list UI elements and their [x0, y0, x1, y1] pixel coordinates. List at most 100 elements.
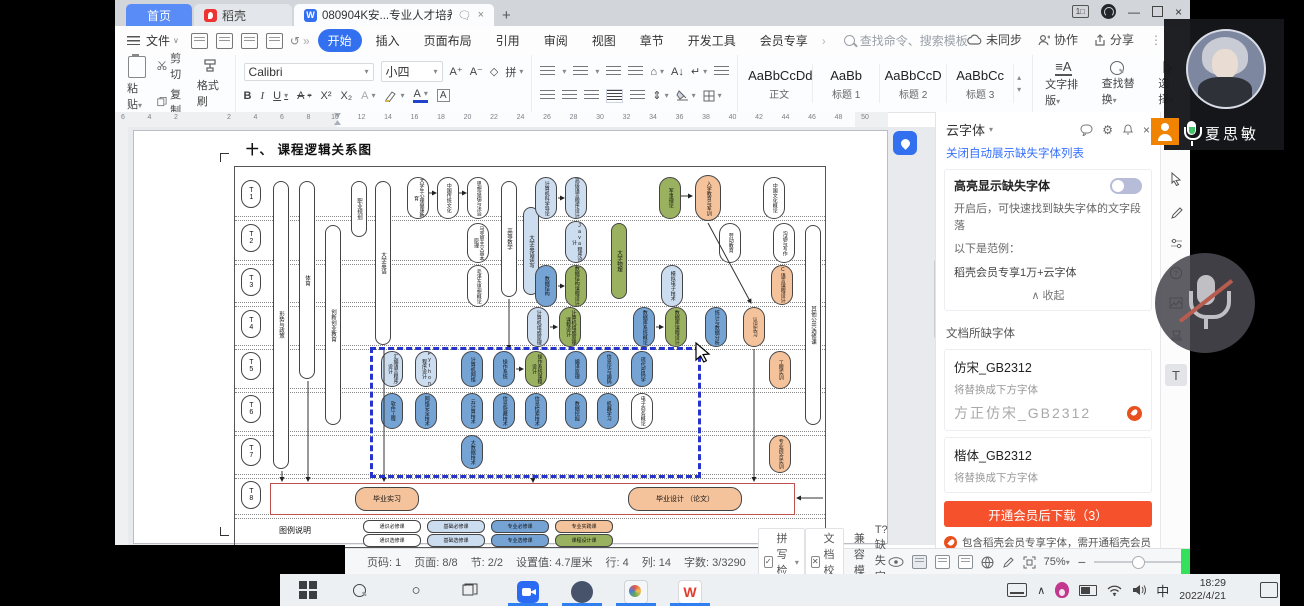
decrease-font-button[interactable]: A⁻: [470, 65, 483, 78]
save-icon[interactable]: [191, 33, 208, 49]
share-button[interactable]: 分享: [1094, 31, 1134, 48]
adjust-tool-icon[interactable]: [1167, 234, 1185, 252]
status-item[interactable]: 列: 14: [642, 554, 671, 570]
font-size-select[interactable]: 小四▾: [381, 61, 443, 82]
find-replace-button[interactable]: 查找替换▾: [1098, 61, 1143, 107]
tab-document[interactable]: W 080904K安...专业人才培养方案 🗨 ×: [294, 4, 494, 26]
pinyin-guide-icon[interactable]: 拼▾: [505, 64, 523, 80]
undo-icon[interactable]: ↺: [290, 34, 300, 48]
menu-item-插入[interactable]: 插入: [366, 29, 410, 52]
line-spacing-icon[interactable]: ⇕▾: [652, 89, 668, 102]
start-button[interactable]: [298, 580, 318, 600]
close-button[interactable]: ×: [1175, 5, 1182, 19]
export-icon[interactable]: [216, 33, 233, 49]
zoom-knob[interactable]: [1132, 556, 1145, 569]
collapse-link[interactable]: ∧ 收起: [954, 287, 1142, 303]
fit-page-icon[interactable]: [1023, 556, 1036, 569]
taskbar-app-wps[interactable]: W: [668, 577, 712, 606]
web-view-icon[interactable]: [981, 556, 994, 569]
text-layout-button[interactable]: ≡A 文字排版▾: [1041, 59, 1086, 108]
bold-button[interactable]: B: [244, 90, 252, 102]
tab-docer[interactable]: 稻壳: [194, 4, 292, 26]
taskbar-app-dark[interactable]: [560, 577, 604, 606]
command-search[interactable]: 查找命令、搜索模板: [844, 32, 968, 49]
document-page[interactable]: 十、 课程逻辑关系图 T1T2T3T4T5T6T7T8形势与政策体育创新创业教育…: [133, 130, 888, 544]
style-card-正文[interactable]: AaBbCcDd正文: [746, 64, 813, 103]
paste-button[interactable]: 粘贴▾: [123, 56, 151, 112]
menu-item-开发工具[interactable]: 开发工具: [678, 29, 746, 52]
style-card-标题 2[interactable]: AaBbCcD标题 2: [880, 64, 947, 103]
menu-overflow-icon[interactable]: ›: [822, 34, 826, 48]
wifi-icon[interactable]: [1107, 585, 1122, 596]
account-avatar[interactable]: [1101, 4, 1116, 19]
selection-dashed-box[interactable]: [370, 347, 701, 478]
action-center-icon[interactable]: [1260, 582, 1278, 598]
menu-item-会员专享[interactable]: 会员专享: [750, 29, 818, 52]
menu-item-开始[interactable]: 开始: [318, 29, 362, 52]
menu-file[interactable]: 文件: [146, 32, 170, 49]
font-color-button[interactable]: A▾: [413, 88, 427, 103]
ime-indicator[interactable]: 中: [1156, 581, 1169, 600]
zoom-value[interactable]: 75%▾: [1044, 556, 1070, 568]
styles-up-icon[interactable]: ▴: [1017, 73, 1021, 82]
comment-bubble-icon[interactable]: 🗨: [458, 9, 472, 22]
close-autoshow-link[interactable]: 关闭自动展示缺失字体列表: [936, 143, 1160, 163]
menu-item-审阅[interactable]: 审阅: [534, 29, 578, 52]
cut-button[interactable]: 剪切: [157, 50, 187, 82]
more-quick-icons[interactable]: »: [303, 34, 310, 48]
format-painter-button[interactable]: 格式刷: [193, 59, 227, 109]
taskbar-search-icon[interactable]: [352, 580, 372, 600]
text-tool-icon[interactable]: T: [1165, 364, 1187, 386]
increase-font-button[interactable]: A⁺: [450, 65, 463, 78]
align-right-icon[interactable]: [584, 90, 599, 102]
sync-status[interactable]: 未同步: [967, 31, 1022, 48]
text-effects-button[interactable]: A▾: [361, 90, 375, 102]
bullet-list-icon[interactable]: [540, 66, 555, 78]
outline-view-icon[interactable]: [935, 555, 950, 569]
touch-keyboard-icon[interactable]: [1007, 583, 1027, 597]
missing-font-card[interactable]: 仿宋_GB2312 将替换成下方字体 方正仿宋_GB2312: [944, 349, 1152, 431]
letter-spacing-icon[interactable]: ⌂▾: [650, 66, 664, 78]
sort-icon[interactable]: A↓: [671, 66, 684, 78]
ink-pen-icon[interactable]: [1002, 556, 1015, 569]
distribute-icon[interactable]: [630, 90, 645, 102]
window-layout-icon[interactable]: 1□: [1072, 5, 1089, 18]
align-center-icon[interactable]: [562, 90, 577, 102]
feedback-bubble-icon[interactable]: [1080, 124, 1093, 136]
minimize-button[interactable]: —: [1128, 5, 1140, 19]
font-name-select[interactable]: Calibri▾: [244, 63, 374, 81]
panel-title-caret-icon[interactable]: ▾: [989, 125, 993, 134]
columns-icon[interactable]: [714, 66, 729, 78]
task-view-icon[interactable]: [460, 580, 480, 600]
notification-bell-icon[interactable]: [1122, 123, 1134, 136]
restore-button[interactable]: [1152, 6, 1163, 17]
print-preview-icon[interactable]: [266, 33, 283, 49]
status-item[interactable]: 设置值: 4.7厘米: [516, 554, 592, 570]
locate-button[interactable]: [893, 131, 917, 155]
increase-indent-icon[interactable]: [628, 66, 643, 78]
superscript-button[interactable]: X²: [321, 90, 332, 102]
decrease-indent-icon[interactable]: [606, 66, 621, 78]
print-icon[interactable]: [241, 33, 258, 49]
align-left-icon[interactable]: [540, 90, 555, 102]
subscript-button[interactable]: X₂: [341, 90, 353, 102]
taskbar-clock[interactable]: 18:29 2022/4/21: [1179, 577, 1226, 603]
vertical-ruler[interactable]: [115, 127, 129, 545]
new-tab-button[interactable]: +: [502, 7, 511, 26]
volume-icon[interactable]: [1132, 584, 1146, 596]
shading-icon[interactable]: ▾: [676, 90, 696, 101]
cursor-tool-icon[interactable]: [1167, 170, 1185, 188]
numbered-list-icon[interactable]: [573, 66, 588, 78]
book-view-icon[interactable]: [958, 555, 973, 569]
borders-icon[interactable]: ▾: [703, 90, 722, 102]
collaborate-button[interactable]: 协作: [1038, 31, 1078, 48]
status-item[interactable]: 页面: 8/8: [414, 554, 457, 570]
status-item[interactable]: 节: 2/2: [471, 554, 503, 570]
justify-icon[interactable]: [606, 89, 623, 103]
hamburger-icon[interactable]: [127, 36, 140, 45]
clear-format-icon[interactable]: ◇: [490, 65, 498, 78]
battery-icon[interactable]: [1079, 585, 1097, 596]
cortana-icon[interactable]: ○: [406, 580, 426, 600]
missing-font-card[interactable]: 楷体_GB2312 将替换成下方字体: [944, 437, 1152, 493]
highlight-toggle[interactable]: [1110, 178, 1142, 194]
